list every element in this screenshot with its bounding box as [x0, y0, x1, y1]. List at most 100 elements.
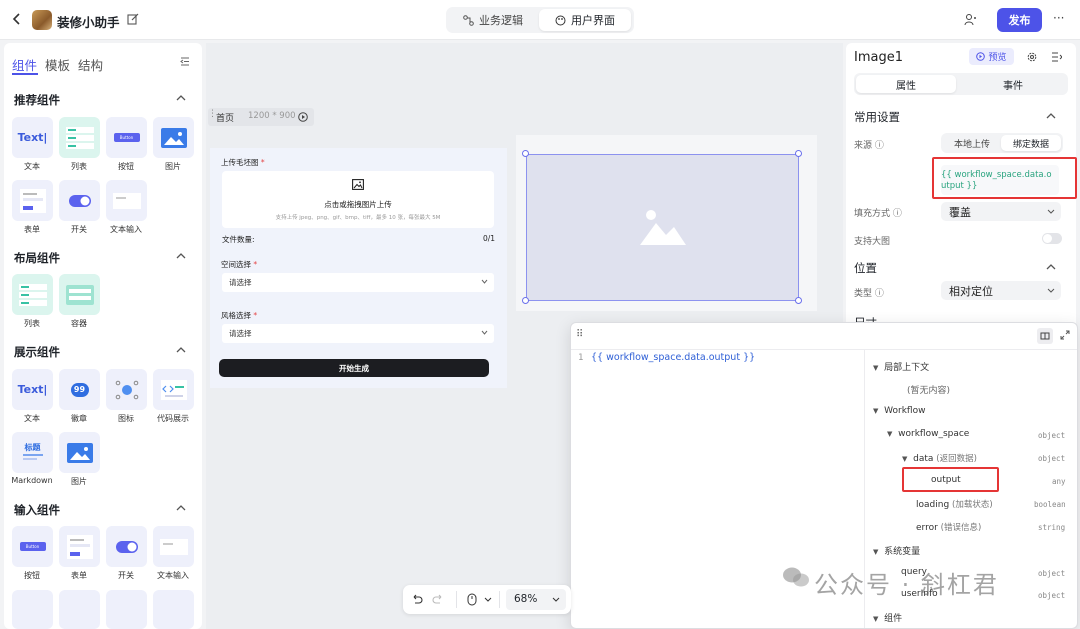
active-tab-indicator	[12, 73, 38, 75]
highlight-box	[902, 467, 999, 492]
tree-node-components[interactable]: ▼ 组件	[873, 611, 902, 624]
preview-button[interactable]: 预览	[969, 48, 1014, 65]
component-card-partial[interactable]	[106, 590, 147, 629]
tree-node-local-context[interactable]: ▼ 局部上下文	[873, 360, 929, 373]
component-card-display-image[interactable]	[59, 432, 100, 473]
tab-properties[interactable]: 属性	[856, 75, 956, 93]
section-title-display: 展示组件	[14, 345, 60, 359]
file-count-value: 0/1	[483, 234, 496, 243]
component-card-input-button[interactable]: Button	[12, 526, 53, 567]
space-select[interactable]: 请选择	[222, 273, 494, 292]
component-card-input-text[interactable]	[153, 526, 194, 567]
image1-component[interactable]	[526, 154, 799, 301]
component-card-container[interactable]	[59, 274, 100, 315]
chevron-up-icon[interactable]	[176, 504, 186, 511]
tab-templates[interactable]: 模板	[45, 55, 70, 74]
source-local-upload[interactable]: 本地上传	[943, 135, 1001, 151]
panel-tabs: 属性 事件	[854, 73, 1068, 95]
undo-icon[interactable]	[411, 593, 423, 605]
component-card-badge[interactable]: 99	[59, 369, 100, 410]
back-icon[interactable]	[12, 12, 22, 26]
tab-business-logic[interactable]: 业务逻辑	[449, 9, 537, 31]
tab-user-interface[interactable]: 用户界面	[539, 9, 631, 31]
component-card-text[interactable]: Text|	[12, 117, 53, 158]
component-card-button[interactable]: Button	[106, 117, 147, 158]
top-bar: 装修小助手 业务逻辑 用户界面 发布 ···	[0, 0, 1080, 40]
edit-icon[interactable]	[127, 13, 139, 25]
card-label: 文本输入	[110, 225, 142, 234]
component-card-partial[interactable]	[59, 590, 100, 629]
settings-icon[interactable]	[1027, 52, 1037, 62]
component-card-display-text[interactable]: Text|	[12, 369, 53, 410]
redo-icon[interactable]	[432, 593, 444, 605]
publish-button[interactable]: 发布	[997, 8, 1042, 32]
component-name: Image1	[854, 50, 903, 65]
collapse-right-icon[interactable]	[1051, 52, 1062, 62]
tree-node-system-vars[interactable]: ▼ 系统变量	[873, 544, 920, 557]
chevron-up-icon[interactable]	[176, 252, 186, 259]
split-view-icon[interactable]	[1037, 328, 1053, 344]
tree-type: object	[1038, 454, 1066, 463]
page-tag[interactable]: ⋮ 首页 1200 * 900	[208, 108, 314, 126]
resize-handle[interactable]	[795, 297, 802, 304]
tab-components[interactable]: 组件	[12, 55, 37, 74]
collapse-panel-icon[interactable]	[180, 57, 190, 66]
flow-icon	[463, 14, 474, 26]
component-card-switch[interactable]	[59, 180, 100, 221]
component-card-form[interactable]	[12, 180, 53, 221]
play-icon[interactable]	[298, 112, 308, 122]
component-card-input-switch[interactable]	[106, 526, 147, 567]
fill-mode-select[interactable]: 覆盖	[941, 202, 1061, 221]
tree-node-workflow[interactable]: ▼ Workflow	[873, 406, 925, 416]
component-card-partial[interactable]	[153, 590, 194, 629]
drag-handle-icon[interactable]: ⠿	[576, 329, 583, 340]
component-card-icon[interactable]	[106, 369, 147, 410]
code-editor-line[interactable]: {{ workflow_space.data.output }}	[591, 352, 755, 363]
enlarge-label: 支持大图	[854, 237, 891, 247]
chevron-up-icon[interactable]	[176, 346, 186, 353]
enlarge-toggle[interactable]	[1042, 233, 1062, 244]
mouse-icon[interactable]	[467, 593, 477, 606]
tree-node-error[interactable]: error (错误信息)	[916, 521, 981, 533]
component-card-list[interactable]	[59, 117, 100, 158]
component-card-code[interactable]	[153, 369, 194, 410]
space-select-label: 空间选择 *	[221, 260, 258, 269]
component-card-markdown[interactable]: 标题	[12, 432, 53, 473]
upload-dropzone[interactable]: 点击或拖拽图片上传 支持上传 jpeg、png、gif、bmp、tiff，最多 …	[222, 171, 494, 228]
collaborators-icon[interactable]	[964, 13, 978, 26]
resize-handle[interactable]	[795, 150, 802, 157]
component-card-partial[interactable]	[12, 590, 53, 629]
chevron-up-icon[interactable]	[176, 94, 186, 101]
generate-button[interactable]: 开始生成	[219, 359, 489, 377]
source-label: 来源 ⓘ	[854, 141, 884, 151]
tab-events[interactable]: 事件	[960, 75, 1066, 93]
position-type-select[interactable]: 相对定位	[941, 281, 1061, 300]
tree-node-data[interactable]: ▼ data (返回数据)	[902, 452, 977, 464]
tab-structure[interactable]: 结构	[78, 55, 103, 74]
style-select-label: 风格选择 *	[221, 311, 258, 320]
component-card-input-form[interactable]	[59, 526, 100, 567]
resize-handle[interactable]	[522, 150, 529, 157]
source-bind-data[interactable]: 绑定数据	[1001, 135, 1061, 151]
common-settings-title: 常用设置	[854, 110, 900, 124]
chevron-up-icon[interactable]	[1046, 112, 1056, 119]
chevron-up-icon[interactable]	[1046, 263, 1056, 270]
chevron-down-icon	[552, 597, 560, 602]
tree-node-loading[interactable]: loading (加载状态)	[916, 498, 993, 510]
tree-node-workflow-space[interactable]: ▼ workflow_space	[887, 429, 969, 439]
page-name: 首页	[216, 114, 235, 124]
tree-empty: (暂无内容)	[907, 386, 951, 396]
chevron-down-icon[interactable]	[484, 597, 492, 602]
resize-handle[interactable]	[522, 297, 529, 304]
style-select[interactable]: 请选择	[222, 324, 494, 343]
zoom-select[interactable]: 68%	[506, 589, 566, 610]
page-size: 1200 * 900	[248, 111, 296, 121]
chevron-down-icon	[481, 279, 488, 284]
more-icon[interactable]: ···	[1053, 11, 1064, 25]
upload-hint: 点击或拖拽图片上传	[324, 200, 392, 209]
expand-icon[interactable]	[1060, 330, 1070, 340]
component-card-image[interactable]	[153, 117, 194, 158]
component-card-layout-list[interactable]	[12, 274, 53, 315]
component-card-text-input[interactable]	[106, 180, 147, 221]
watermark: 公众号 · 斜杠君	[814, 571, 999, 599]
